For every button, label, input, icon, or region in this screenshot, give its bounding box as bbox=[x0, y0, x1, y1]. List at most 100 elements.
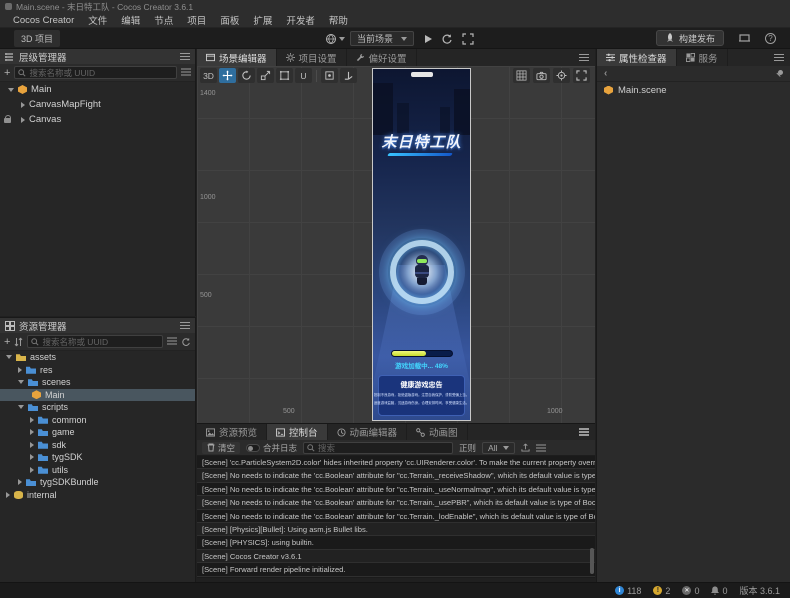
assets-menu-icon[interactable] bbox=[180, 325, 190, 327]
menu-cocos-creator[interactable]: Cocos Creator bbox=[6, 15, 81, 26]
log-line[interactable]: [Scene] No needs to indicate the 'cc.Boo… bbox=[197, 496, 595, 509]
menu-project[interactable]: 项目 bbox=[180, 13, 213, 27]
log-line[interactable]: [Scene] [PHYSICS]: using builtin. bbox=[197, 536, 595, 549]
tab-inspector[interactable]: 属性检查器 bbox=[597, 49, 677, 66]
console-scrollbar[interactable] bbox=[590, 548, 594, 574]
scene-viewport[interactable]: 3D U bbox=[197, 66, 595, 423]
tab-asset-preview[interactable]: 资源预览 bbox=[197, 424, 267, 440]
console-menu-icon[interactable] bbox=[579, 431, 589, 433]
hierarchy-header[interactable]: 层级管理器 bbox=[0, 49, 195, 64]
scene-panel-menu-icon[interactable] bbox=[579, 57, 589, 59]
assets-header[interactable]: 资源管理器 bbox=[0, 318, 195, 333]
assets-search-input[interactable] bbox=[42, 337, 159, 347]
assets-search[interactable] bbox=[27, 335, 163, 348]
inspector-menu-icon[interactable] bbox=[774, 57, 784, 59]
collapse-logs-toggle[interactable]: 合并日志 bbox=[246, 442, 297, 454]
tree-node-canvas[interactable]: Canvas bbox=[0, 112, 195, 127]
error-counter[interactable]: ✕ 0 bbox=[682, 586, 699, 596]
sort-icon[interactable] bbox=[14, 337, 23, 347]
tab-preferences[interactable]: 偏好设置 bbox=[347, 49, 417, 66]
tab-console[interactable]: 控制台 bbox=[267, 424, 328, 440]
filter-list-icon[interactable] bbox=[181, 68, 191, 77]
asset-scene-main[interactable]: Main bbox=[0, 389, 195, 402]
preview-target-icon[interactable] bbox=[325, 33, 345, 45]
menu-node[interactable]: 节点 bbox=[147, 13, 180, 27]
back-icon[interactable]: ‹ bbox=[604, 68, 607, 79]
menu-edit[interactable]: 编辑 bbox=[114, 13, 147, 27]
hierarchy-search-input[interactable] bbox=[29, 68, 173, 78]
asset-folder-utils[interactable]: utils bbox=[0, 464, 195, 477]
scene-select-dropdown[interactable]: 当前场景 bbox=[350, 31, 414, 46]
notification-counter[interactable]: 0 bbox=[711, 586, 727, 596]
coordinate-toggle-button[interactable] bbox=[340, 68, 357, 83]
refresh-icon[interactable] bbox=[181, 337, 191, 347]
fullscreen-button[interactable] bbox=[573, 68, 590, 83]
add-asset-button[interactable]: + bbox=[4, 337, 10, 347]
transform-u-button[interactable]: U bbox=[295, 68, 312, 83]
menu-extension[interactable]: 扩展 bbox=[246, 13, 279, 27]
pin-icon[interactable] bbox=[775, 70, 783, 78]
play-button[interactable] bbox=[425, 35, 432, 43]
log-line[interactable]: [Scene] No needs to indicate the 'cc.Boo… bbox=[197, 469, 595, 482]
list-view-icon[interactable] bbox=[167, 337, 177, 346]
log-line[interactable]: [Scene] [Physics][Bullet]: Using asm.js … bbox=[197, 523, 595, 536]
asset-folder-assets[interactable]: assets bbox=[0, 351, 195, 364]
caret-right-icon[interactable] bbox=[21, 117, 25, 123]
warning-counter[interactable]: ! 2 bbox=[653, 586, 670, 596]
hierarchy-menu-icon[interactable] bbox=[180, 56, 190, 58]
asset-folder-scenes[interactable]: scenes bbox=[0, 376, 195, 389]
camera-settings-button[interactable] bbox=[533, 68, 550, 83]
clear-logs-button[interactable]: 清空 bbox=[202, 442, 240, 454]
asset-folder-internal[interactable]: internal bbox=[0, 489, 195, 502]
scale-tool-button[interactable] bbox=[257, 68, 274, 83]
log-line[interactable]: [Scene] No needs to indicate the 'cc.Boo… bbox=[197, 510, 595, 523]
menu-help[interactable]: 帮助 bbox=[322, 13, 355, 27]
build-publish-button[interactable]: 构建发布 bbox=[656, 30, 724, 46]
regex-toggle[interactable]: 正则 bbox=[459, 442, 476, 454]
asset-folder-game[interactable]: game bbox=[0, 426, 195, 439]
rect-tool-button[interactable] bbox=[276, 68, 293, 83]
tab-scene-editor[interactable]: 场景编辑器 bbox=[197, 49, 277, 66]
asset-folder-sdk[interactable]: sdk bbox=[0, 439, 195, 452]
hierarchy-search[interactable] bbox=[14, 66, 177, 79]
tab-service[interactable]: 服务 bbox=[677, 49, 728, 66]
info-counter[interactable]: i 118 bbox=[615, 586, 641, 596]
console-log-list[interactable]: [Scene] 'cc.ParticleSystem2D.color' hide… bbox=[197, 456, 595, 578]
lock-icon[interactable] bbox=[4, 118, 11, 123]
help-icon[interactable]: ? bbox=[765, 33, 776, 44]
console-search[interactable] bbox=[303, 442, 453, 454]
log-settings-icon[interactable] bbox=[536, 444, 546, 452]
asset-folder-tygsdkbundle[interactable]: tygSDKBundle bbox=[0, 476, 195, 489]
inspector-selected-item[interactable]: Main.scene bbox=[597, 82, 790, 98]
caret-down-icon[interactable] bbox=[8, 88, 14, 92]
console-search-input[interactable] bbox=[318, 443, 449, 453]
caret-right-icon[interactable] bbox=[21, 102, 25, 108]
tree-node-main[interactable]: Main bbox=[0, 82, 195, 97]
grid-toggle-button[interactable] bbox=[513, 68, 530, 83]
toggle-2d3d-button[interactable]: 3D bbox=[200, 68, 217, 83]
frame-button[interactable] bbox=[462, 33, 474, 45]
step-button[interactable] bbox=[441, 33, 453, 45]
asset-folder-scripts[interactable]: scripts bbox=[0, 401, 195, 414]
tab-animation-editor[interactable]: 动画编辑器 bbox=[328, 424, 408, 440]
rotate-tool-button[interactable] bbox=[238, 68, 255, 83]
menu-developer[interactable]: 开发者 bbox=[279, 13, 322, 27]
preview-device-icon[interactable] bbox=[738, 33, 751, 44]
log-line[interactable]: [Scene] Forward render pipeline initiali… bbox=[197, 563, 595, 576]
export-logs-icon[interactable] bbox=[521, 443, 530, 452]
log-line[interactable]: [Scene] No needs to indicate the 'cc.Boo… bbox=[197, 483, 595, 496]
gizmo-target-button[interactable] bbox=[553, 68, 570, 83]
menu-panel[interactable]: 面板 bbox=[213, 13, 246, 27]
menu-file[interactable]: 文件 bbox=[81, 13, 114, 27]
log-line[interactable]: [Scene] 'cc.ParticleSystem2D.color' hide… bbox=[197, 456, 595, 469]
asset-folder-common[interactable]: common bbox=[0, 414, 195, 427]
add-node-button[interactable]: + bbox=[4, 68, 10, 78]
tab-project-settings[interactable]: 项目设置 bbox=[277, 49, 347, 66]
move-tool-button[interactable] bbox=[219, 68, 236, 83]
log-level-filter[interactable]: All bbox=[482, 442, 514, 454]
log-line[interactable]: [Scene] Cocos Creator v3.6.1 bbox=[197, 550, 595, 563]
pivot-toggle-button[interactable] bbox=[321, 68, 338, 83]
asset-folder-res[interactable]: res bbox=[0, 364, 195, 377]
asset-folder-tygsdk[interactable]: tygSDK bbox=[0, 451, 195, 464]
tab-animation-graph[interactable]: 动画图 bbox=[407, 424, 468, 440]
